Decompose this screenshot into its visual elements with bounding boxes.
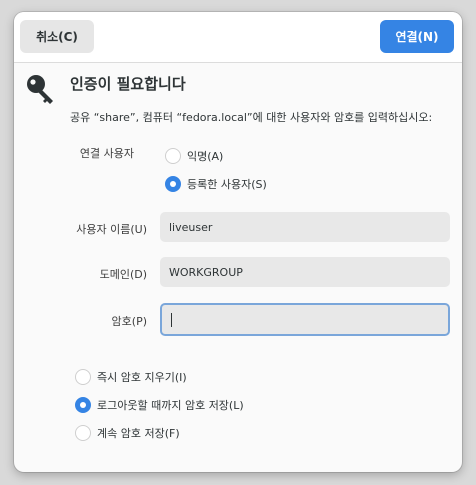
radio-remember-until-logout[interactable]: 로그아웃할 때까지 암호 저장(L) [75, 397, 244, 413]
radio-remember-forever-indicator[interactable] [75, 425, 91, 441]
header-bar: 취소(C) 연결(N) [14, 12, 462, 63]
text-cursor [171, 312, 172, 327]
radio-remember-forever-label: 계속 암호 저장(F) [97, 427, 180, 440]
password-label: 암호(P) [111, 315, 147, 328]
dialog-message: 공유 “share”, 컴퓨터 “fedora.local”에 대한 사용자와 … [70, 111, 433, 124]
auth-dialog: 취소(C) 연결(N) 인증이 필요합니다 공유 “share”, 컴퓨터 “f… [14, 12, 462, 472]
radio-remember-until-logout-label: 로그아웃할 때까지 암호 저장(L) [97, 399, 244, 412]
password-field[interactable] [160, 303, 450, 336]
radio-remember-until-logout-indicator[interactable] [75, 397, 91, 413]
radio-registered-user-indicator[interactable] [165, 176, 181, 192]
connect-as-label: 연결 사용자 [79, 147, 134, 160]
username-value: liveuser [169, 220, 213, 234]
radio-forget-immediately-label: 즉시 암호 지우기(I) [97, 371, 187, 384]
connect-button[interactable]: 연결(N) [380, 20, 454, 53]
domain-label: 도메인(D) [99, 268, 147, 281]
domain-field[interactable]: WORKGROUP [160, 257, 450, 287]
radio-registered-user[interactable]: 등록한 사용자(S) [165, 176, 267, 192]
radio-anonymous-indicator[interactable] [165, 148, 181, 164]
key-icon [27, 75, 53, 104]
dialog-title: 인증이 필요합니다 [70, 75, 186, 93]
radio-forget-immediately-indicator[interactable] [75, 369, 91, 385]
username-field[interactable]: liveuser [160, 212, 450, 242]
radio-forget-immediately[interactable]: 즉시 암호 지우기(I) [75, 369, 187, 385]
domain-value: WORKGROUP [169, 265, 243, 279]
radio-registered-user-label: 등록한 사용자(S) [187, 178, 267, 191]
cancel-button[interactable]: 취소(C) [20, 20, 94, 53]
radio-anonymous-label: 익명(A) [187, 150, 224, 163]
radio-anonymous[interactable]: 익명(A) [165, 148, 223, 164]
radio-remember-forever[interactable]: 계속 암호 저장(F) [75, 425, 180, 441]
username-label: 사용자 이름(U) [76, 223, 147, 236]
